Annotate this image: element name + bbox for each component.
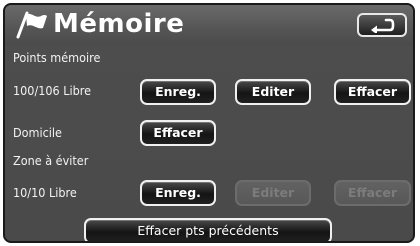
- memory-points-save-button[interactable]: Enreg.: [140, 79, 216, 105]
- header-bar: Mémoire: [5, 5, 413, 45]
- home-label: Domicile: [13, 125, 62, 140]
- memory-points-status: 100/106 Libre: [13, 83, 92, 98]
- avoid-zone-edit-button[interactable]: Editer: [235, 180, 311, 206]
- avoid-zone-delete-button[interactable]: Effacer: [334, 180, 411, 206]
- memoire-screen: Mémoire Points mémoire 100/106 Libre Enr…: [0, 0, 420, 246]
- section-label-memory-points: Points mémoire: [13, 50, 101, 65]
- flag-icon: [16, 11, 47, 39]
- return-arrow-icon: [371, 18, 395, 33]
- memory-points-delete-button[interactable]: Effacer: [334, 79, 411, 105]
- page-title: Mémoire: [53, 9, 185, 39]
- back-button[interactable]: [357, 13, 407, 37]
- memory-points-edit-button[interactable]: Editer: [235, 79, 311, 105]
- avoid-zone-status: 10/10 Libre: [13, 185, 77, 200]
- section-label-avoid-zone: Zone à éviter: [13, 153, 89, 168]
- memoire-panel: Mémoire Points mémoire 100/106 Libre Enr…: [3, 3, 415, 243]
- home-delete-button[interactable]: Effacer: [140, 120, 216, 146]
- clear-previous-points-button[interactable]: Effacer pts précédents: [84, 218, 332, 241]
- avoid-zone-save-button[interactable]: Enreg.: [140, 180, 216, 206]
